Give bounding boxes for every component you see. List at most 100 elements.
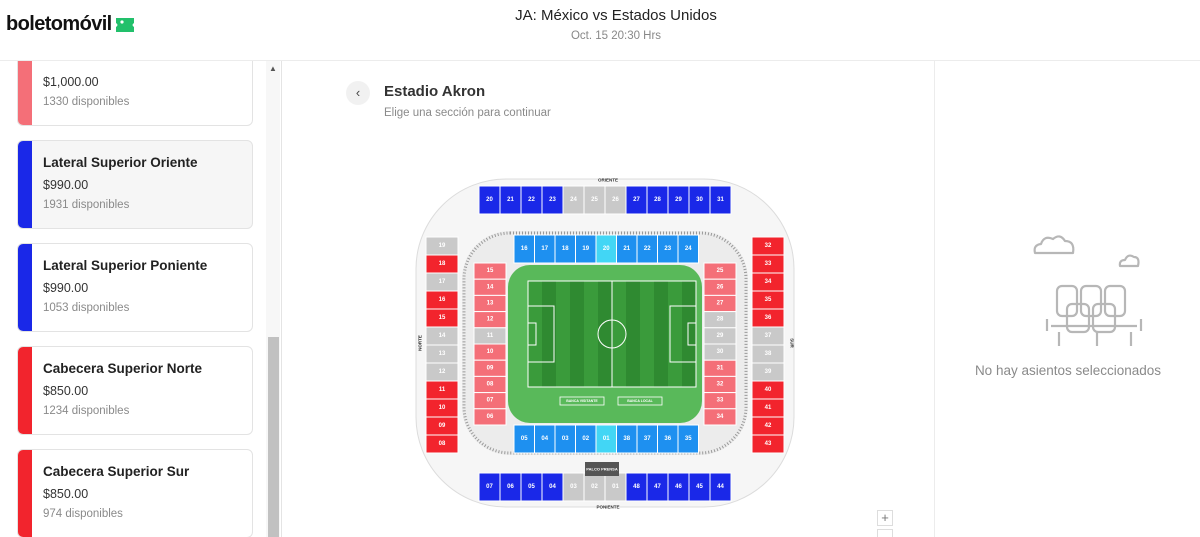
pitch-stripe bbox=[528, 281, 542, 387]
section-availability: 1330 disponibles bbox=[43, 96, 130, 108]
section-label: 33 bbox=[765, 261, 772, 267]
section-label: 10 bbox=[439, 405, 446, 411]
section-label: 05 bbox=[521, 436, 528, 442]
pitch-stripe bbox=[654, 281, 668, 387]
section-card[interactable]: Cabecera Superior Norte $850.00 1234 dispo… bbox=[17, 346, 253, 435]
section-cards: $1,000.00 1330 disponibles Lateral Superio… bbox=[17, 61, 253, 537]
scrollbar-thumb[interactable] bbox=[268, 337, 279, 537]
section-label: 39 bbox=[765, 369, 772, 375]
section-label: 16 bbox=[439, 297, 446, 303]
section-label: 07 bbox=[487, 398, 494, 404]
section-color-bar bbox=[18, 61, 32, 125]
section-label: 06 bbox=[507, 484, 514, 490]
section-label: 20 bbox=[486, 197, 493, 203]
section-card[interactable]: Lateral Superior Poniente $990.00 1053 dis… bbox=[17, 243, 253, 332]
pitch-stripe bbox=[612, 281, 626, 387]
section-card[interactable]: Cabecera Superior Sur $850.00 974 disponib… bbox=[17, 449, 253, 537]
section-label: 17 bbox=[439, 279, 446, 285]
pitch-stripe bbox=[570, 281, 584, 387]
scroll-up-arrow-icon[interactable]: ▲ bbox=[266, 63, 280, 75]
section-label: 06 bbox=[487, 414, 494, 420]
section-label: 47 bbox=[654, 484, 661, 490]
back-button[interactable]: ‹ bbox=[346, 81, 370, 105]
section-name: Lateral Superior Poniente bbox=[43, 258, 208, 273]
section-label: 30 bbox=[696, 197, 703, 203]
section-card[interactable]: $1,000.00 1330 disponibles bbox=[17, 61, 253, 126]
section-label: 26 bbox=[612, 197, 619, 203]
section-label: 48 bbox=[633, 484, 640, 490]
section-label: 19 bbox=[439, 243, 446, 249]
section-label: 25 bbox=[591, 197, 598, 203]
section-label: 31 bbox=[717, 197, 724, 203]
section-label: 15 bbox=[439, 315, 446, 321]
section-label: 13 bbox=[439, 351, 446, 357]
section-label: 41 bbox=[765, 405, 772, 411]
section-label: 09 bbox=[487, 365, 494, 371]
section-label: 18 bbox=[439, 261, 446, 267]
direction-label: PONIENTE bbox=[596, 505, 619, 510]
section-label: 12 bbox=[439, 369, 446, 375]
direction-label: SUR bbox=[790, 338, 795, 348]
section-label: 42 bbox=[765, 423, 772, 429]
section-availability: 974 disponibles bbox=[43, 508, 123, 520]
section-label: 03 bbox=[570, 484, 577, 490]
section-label: 34 bbox=[717, 414, 724, 420]
section-label: 08 bbox=[439, 441, 446, 447]
section-price: $850.00 bbox=[43, 384, 89, 398]
zoom-in-button[interactable]: + bbox=[877, 510, 893, 526]
section-price: $850.00 bbox=[43, 487, 89, 501]
section-label: 22 bbox=[528, 197, 535, 203]
section-label: 32 bbox=[717, 382, 724, 388]
section-label: 35 bbox=[765, 297, 772, 303]
section-label: 01 bbox=[603, 436, 610, 442]
section-label: 29 bbox=[675, 197, 682, 203]
section-label: 25 bbox=[717, 268, 724, 274]
section-label: 26 bbox=[717, 284, 724, 290]
section-label: 04 bbox=[549, 484, 556, 490]
section-label: 27 bbox=[717, 301, 724, 307]
section-label: 01 bbox=[612, 484, 619, 490]
section-price: $990.00 bbox=[43, 178, 89, 192]
section-label: 16 bbox=[521, 246, 528, 252]
event-title: JA: México vs Estados Unidos bbox=[515, 7, 717, 24]
section-price: $990.00 bbox=[43, 281, 89, 295]
bench-home-label: BANCA LOCAL bbox=[627, 399, 653, 403]
section-card[interactable]: Lateral Superior Oriente $990.00 1931 disp… bbox=[17, 140, 253, 229]
direction-label: ORIENTE bbox=[598, 178, 618, 183]
section-label: 19 bbox=[582, 246, 589, 252]
section-availability: 1234 disponibles bbox=[43, 405, 130, 417]
section-label: 43 bbox=[765, 441, 772, 447]
section-availability: 1931 disponibles bbox=[43, 199, 130, 211]
zoom-out-button[interactable] bbox=[877, 529, 893, 537]
direction-label: NORTE bbox=[418, 335, 423, 351]
event-info: JA: México vs Estados Unidos Oct. 15 20:… bbox=[0, 7, 1200, 42]
pitch-stripe bbox=[626, 281, 640, 387]
section-label: 38 bbox=[765, 351, 772, 357]
section-label: 37 bbox=[765, 333, 772, 339]
pitch-stripe bbox=[682, 281, 696, 387]
section-label: 14 bbox=[487, 284, 494, 290]
section-label: 45 bbox=[696, 484, 703, 490]
section-label: 37 bbox=[644, 436, 651, 442]
section-label: 36 bbox=[765, 315, 772, 321]
section-label: 04 bbox=[541, 436, 548, 442]
empty-seats-icon bbox=[1033, 235, 1143, 346]
section-color-bar bbox=[18, 347, 32, 434]
section-label: 21 bbox=[507, 197, 514, 203]
section-label: 15 bbox=[487, 268, 494, 274]
pitch-stripe bbox=[640, 281, 654, 387]
section-label: 10 bbox=[487, 349, 494, 355]
event-date: Oct. 15 20:30 Hrs bbox=[570, 30, 662, 42]
map-panel: ‹ Estadio Akron Elige una sección para c… bbox=[282, 61, 934, 537]
section-label: 09 bbox=[439, 423, 446, 429]
section-label: 36 bbox=[664, 436, 671, 442]
pitch-stripe bbox=[598, 281, 612, 387]
stadium-map[interactable]: 20 21 22 23 24 25 26 27 28 29 30 31 07 06 05 04 03 02 01 48… bbox=[410, 173, 800, 513]
section-label: 27 bbox=[633, 197, 640, 203]
section-label: 23 bbox=[549, 197, 556, 203]
section-name: Lateral Superior Oriente bbox=[43, 155, 198, 170]
section-label: 34 bbox=[765, 279, 772, 285]
section-label: 24 bbox=[685, 246, 692, 252]
press-box-label: PALCO PRENSA bbox=[586, 467, 618, 472]
section-color-bar bbox=[18, 244, 32, 331]
